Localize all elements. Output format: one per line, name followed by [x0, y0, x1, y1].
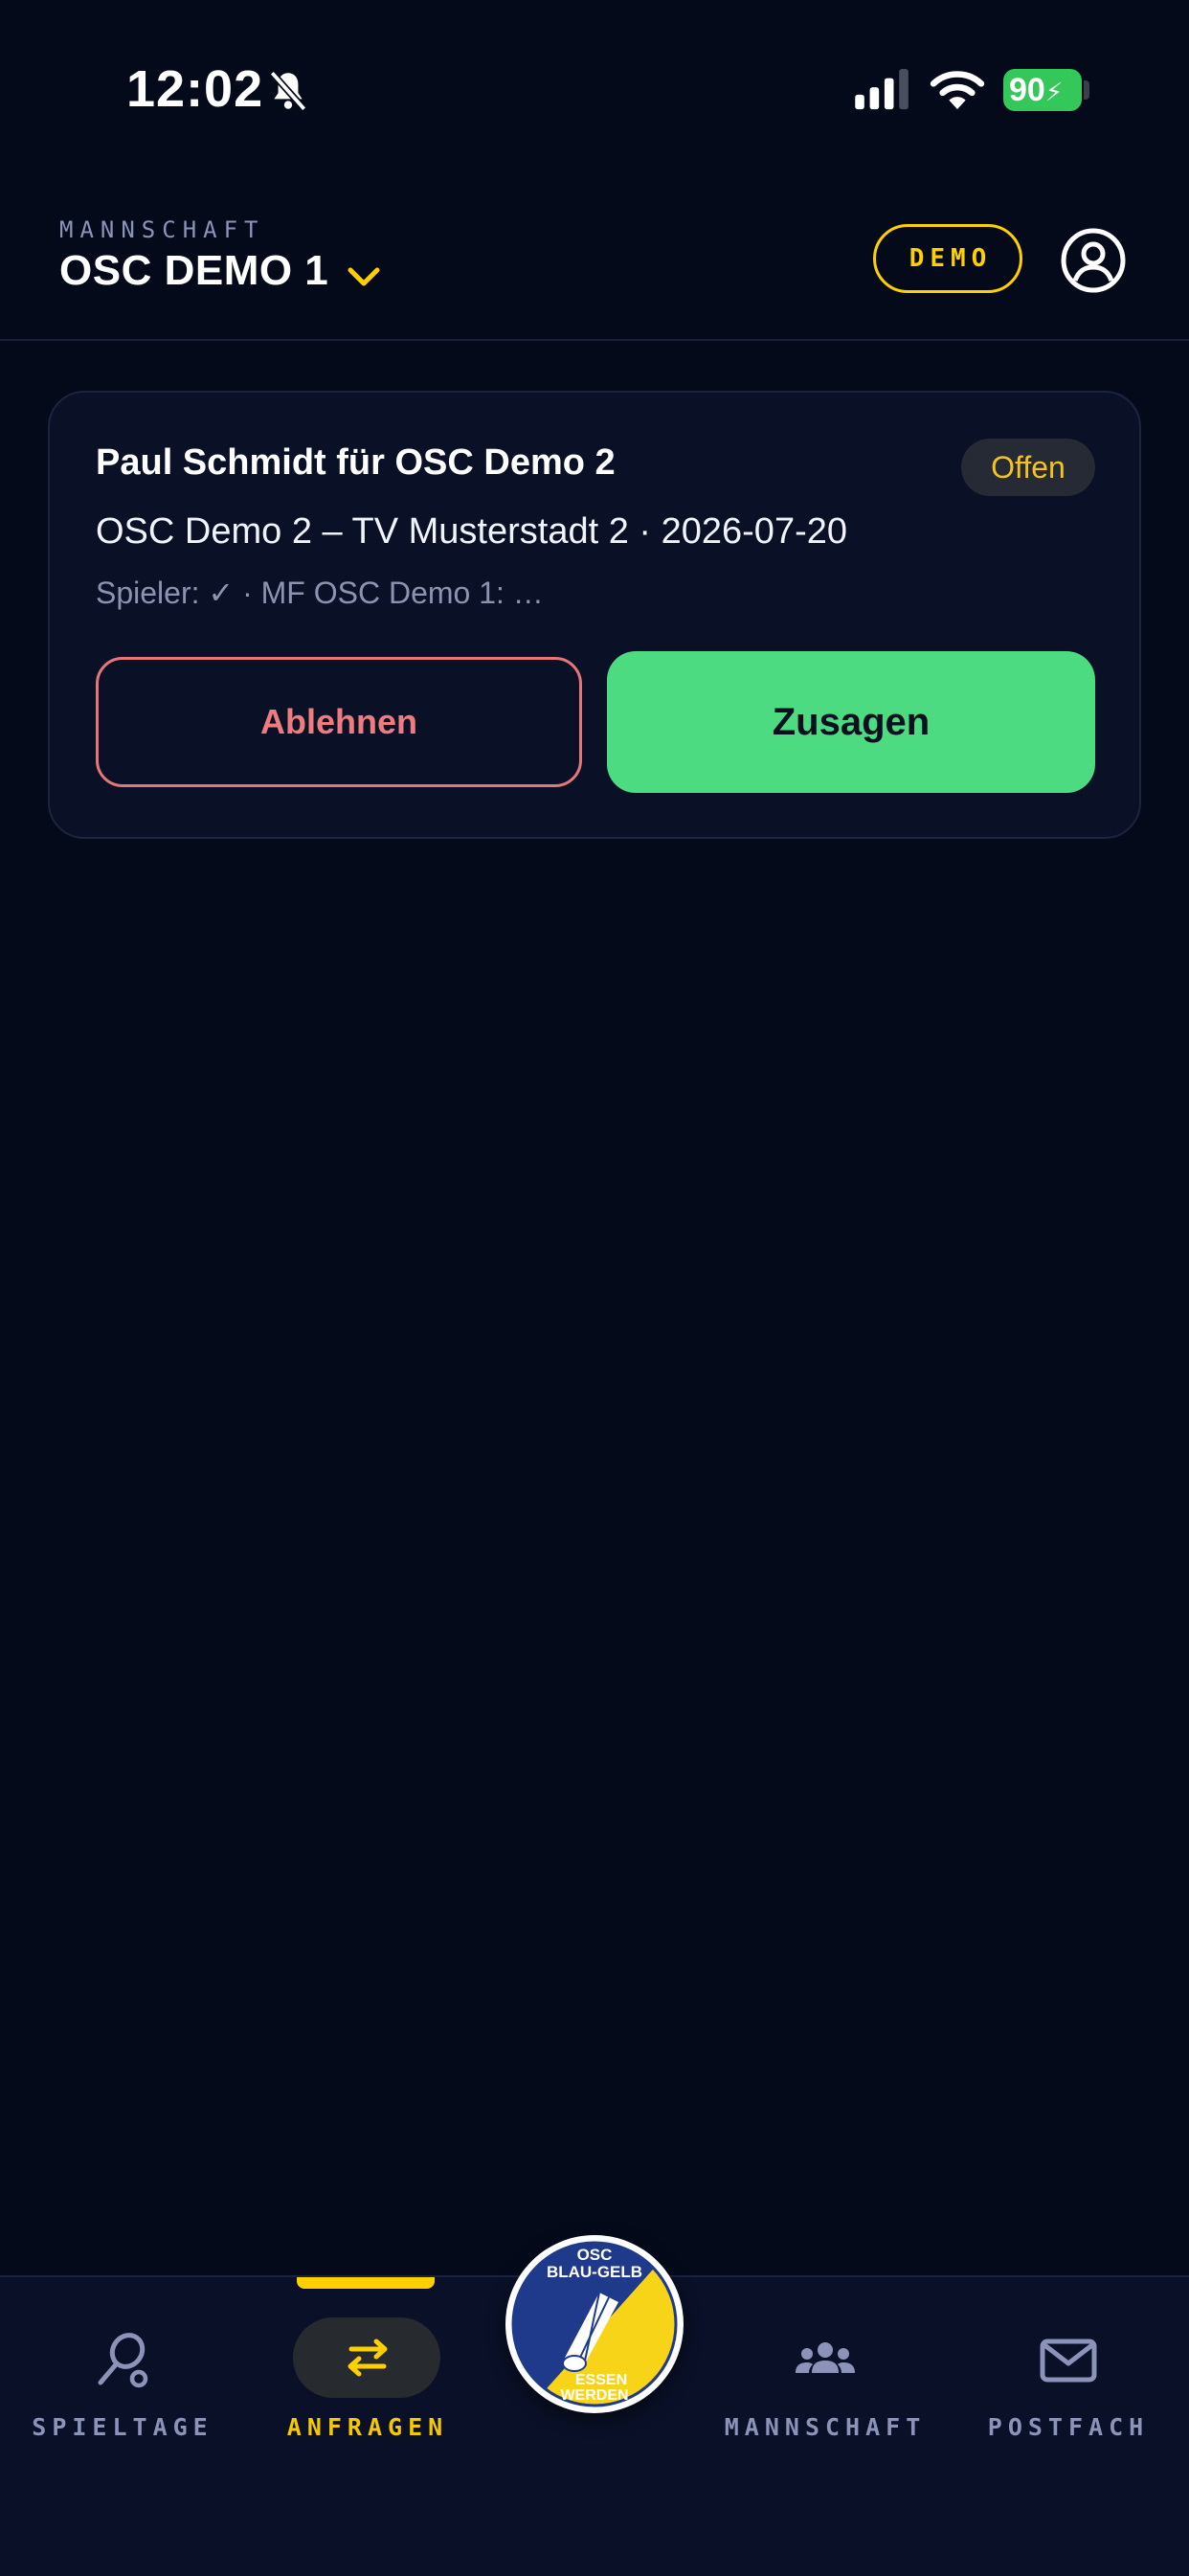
demo-badge[interactable]: DEMO — [873, 224, 1022, 293]
bell-muted-icon — [269, 70, 307, 112]
clock: 12:02 — [126, 60, 264, 118]
request-meta: Spieler: ✓ · MF OSC Demo 1: … — [96, 576, 544, 610]
accept-button[interactable]: Zusagen — [607, 651, 1095, 793]
team-header: MANNSCHAFT OSC DEMO 1 DEMO — [0, 192, 1189, 341]
swap-arrows-icon — [348, 2339, 388, 2377]
request-card[interactable]: Paul Schmidt für OSC Demo 2 Offen OSC De… — [48, 391, 1141, 839]
chevron-down-icon[interactable] — [345, 262, 383, 291]
status-bar: 12:02 90⚡ — [0, 0, 1189, 182]
charging-bolt-icon: ⚡ — [1044, 78, 1064, 106]
decline-button[interactable]: Ablehnen — [96, 657, 582, 787]
header-divider — [0, 339, 1189, 341]
logo-text-line2: BLAU-GELB — [547, 2263, 642, 2281]
nav-label-postfach: POSTFACH — [987, 2413, 1150, 2441]
request-title: Paul Schmidt für OSC Demo 2 — [96, 442, 616, 483]
nav-label-spieltage: SPIELTAGE — [32, 2413, 213, 2441]
battery-nub — [1084, 80, 1089, 100]
nav-label-anfragen: ANFRAGEN — [286, 2413, 449, 2441]
wifi-icon — [930, 71, 985, 110]
logo-text-line4: WERDEN — [560, 2387, 628, 2404]
logo-text-line3: ESSEN — [575, 2372, 627, 2388]
nav-label-mannschaft: MANNSCHAFT — [724, 2413, 927, 2441]
club-logo-button[interactable]: OSC BLAU-GELB ESSEN WERDEN — [505, 2235, 684, 2413]
team-selector[interactable]: OSC DEMO 1 — [59, 247, 328, 295]
team-label: MANNSCHAFT — [59, 216, 265, 243]
match-info: OSC Demo 2 – TV Musterstadt 2 · 2026-07-… — [96, 511, 847, 552]
status-badge: Offen — [961, 439, 1095, 496]
battery-indicator: 90⚡ — [1003, 69, 1082, 111]
badminton-racket-icon — [98, 2333, 148, 2388]
nav-item-anfragen[interactable]: ANFRAGEN — [262, 2277, 473, 2507]
user-profile-icon[interactable] — [1059, 226, 1128, 295]
mail-icon — [1040, 2339, 1097, 2383]
nav-item-mannschaft[interactable]: MANNSCHAFT — [718, 2277, 932, 2507]
cellular-signal-icon — [855, 69, 909, 110]
nav-item-postfach[interactable]: POSTFACH — [963, 2277, 1174, 2507]
logo-text-line1: OSC — [577, 2246, 613, 2264]
nav-item-spieltage[interactable]: SPIELTAGE — [17, 2277, 228, 2507]
team-group-icon — [796, 2342, 855, 2373]
